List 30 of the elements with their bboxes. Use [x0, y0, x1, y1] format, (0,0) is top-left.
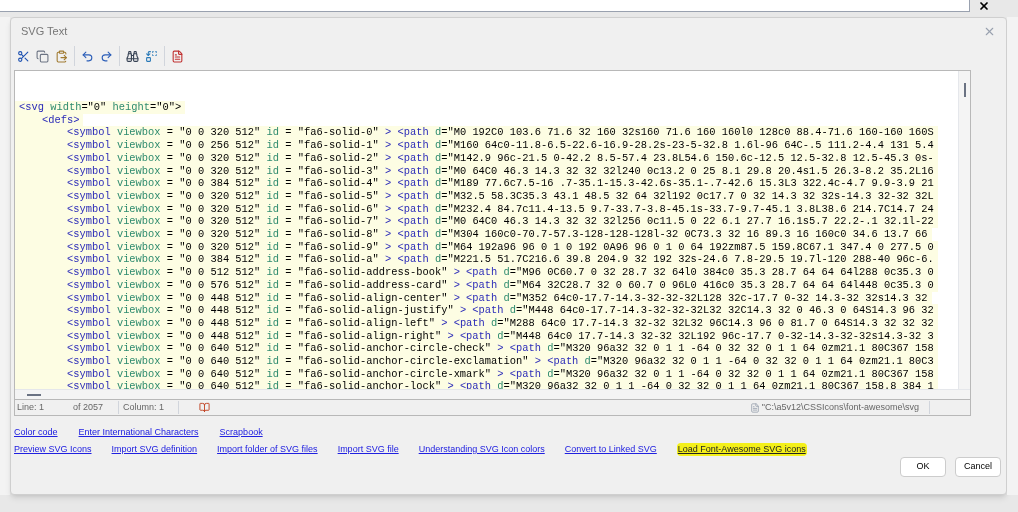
find-icon[interactable]	[126, 49, 139, 63]
dialog-button[interactable]: Cancel	[955, 457, 1001, 477]
redo-icon[interactable]	[100, 49, 113, 63]
file-path: "C:\a5v12\CSSIcons\font-awesome\svg	[759, 400, 930, 415]
cut-icon[interactable]	[17, 49, 30, 63]
undo-icon[interactable]	[81, 49, 94, 63]
link[interactable]: Import SVG file	[337, 442, 399, 456]
vertical-scrollbar[interactable]	[958, 71, 970, 389]
link[interactable]: Scrapbook	[219, 426, 263, 440]
file-icon	[749, 402, 760, 413]
line-count: of 2057	[73, 400, 119, 415]
close-icon[interactable]	[978, 0, 990, 12]
book-icon[interactable]	[199, 402, 210, 413]
dialog-button[interactable]: OK	[900, 457, 946, 477]
column-indicator: Column: 1	[119, 400, 179, 415]
link[interactable]: Color code	[14, 426, 58, 440]
link[interactable]: Import folder of SVG files	[217, 442, 318, 456]
link[interactable]: Preview SVG Icons	[14, 442, 92, 456]
link[interactable]: Enter International Characters	[78, 426, 199, 440]
link[interactable]: Convert to Linked SVG	[564, 442, 657, 456]
link[interactable]: Understanding SVG Icon colors	[418, 442, 545, 456]
line-indicator: Line: 1	[16, 400, 46, 414]
scrollbar-thumb[interactable]	[963, 83, 966, 97]
scrollbar-thumb[interactable]	[27, 393, 41, 396]
window-title: SVG Text	[21, 23, 68, 39]
paste-icon[interactable]	[55, 49, 68, 63]
horizontal-scrollbar[interactable]	[15, 389, 970, 399]
link[interactable]: Load Font-Awesome SVG icons	[676, 442, 807, 456]
link[interactable]: Import SVG definition	[111, 442, 198, 456]
copy-icon[interactable]	[36, 49, 49, 63]
